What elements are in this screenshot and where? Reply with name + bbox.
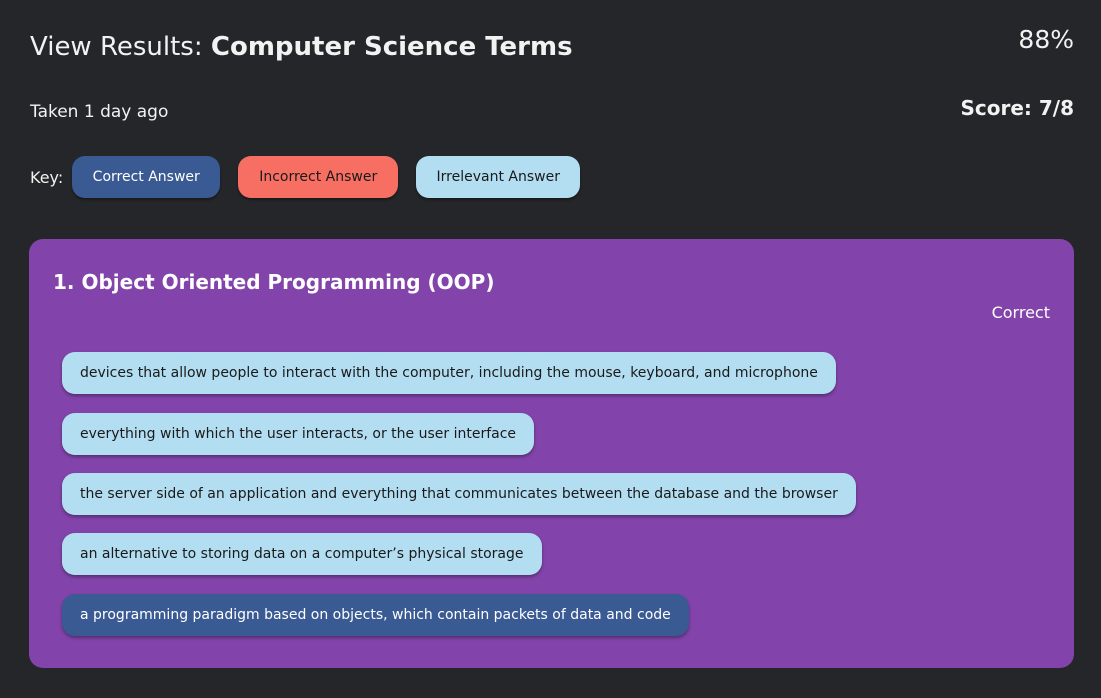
page-title: View Results: Computer Science Terms [30, 30, 573, 64]
question-title: 1. Object Oriented Programming (OOP) [53, 270, 495, 294]
quiz-name: Computer Science Terms [210, 32, 573, 62]
key-correct-answer: Correct Answer [72, 156, 221, 198]
page-title-prefix: View Results: [30, 32, 203, 62]
question-card: 1. Object Oriented Programming (OOP) Cor… [29, 239, 1074, 668]
score-total: Score: 7/8 [960, 96, 1074, 120]
key-incorrect-answer: Incorrect Answer [238, 156, 399, 198]
answer-key: Key: Correct Answer Incorrect Answer Irr… [30, 156, 598, 198]
taken-time: Taken 1 day ago [30, 102, 169, 122]
answer-option-1: devices that allow people to interact wi… [62, 352, 836, 394]
answer-option-3: the server side of an application and ev… [62, 473, 856, 515]
key-irrelevant-answer: Irrelevant Answer [416, 156, 581, 198]
answer-option-2: everything with which the user interacts… [62, 413, 535, 455]
score-percent: 88% [1018, 25, 1074, 54]
answer-option-4: an alternative to storing data on a comp… [62, 533, 542, 575]
question-status: Correct [991, 303, 1050, 322]
key-label: Key: [30, 167, 64, 187]
answer-option-5: a programming paradigm based on objects,… [62, 594, 689, 636]
